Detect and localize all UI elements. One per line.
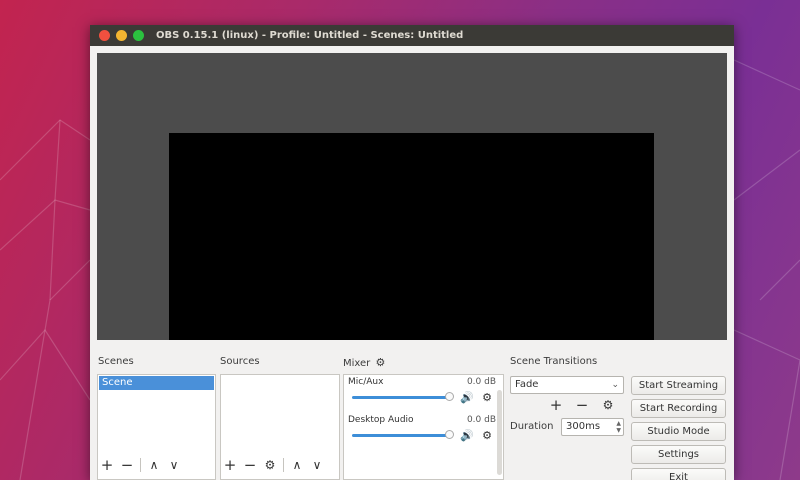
title-bar: OBS 0.15.1 (linux) - Profile: Untitled -…	[90, 25, 734, 46]
chevron-down-icon: ⌄	[611, 380, 619, 390]
move-scene-up-button[interactable]: ∧	[144, 456, 164, 474]
scene-list-item[interactable]: Scene	[99, 376, 214, 390]
mixer-gear-icon[interactable]: ⚙	[375, 356, 385, 369]
speaker-icon[interactable]: 🔊	[460, 390, 474, 404]
remove-source-button[interactable]: −	[240, 456, 260, 474]
remove-scene-button[interactable]: −	[117, 456, 137, 474]
toolbar-separator	[140, 458, 141, 472]
volume-slider[interactable]	[352, 434, 448, 437]
transition-select[interactable]: Fade ⌄	[510, 376, 624, 394]
track-name: Desktop Audio	[348, 415, 414, 425]
transitions-dock-title: Scene Transitions	[510, 356, 598, 367]
move-source-down-button[interactable]: ∨	[307, 456, 327, 474]
transitions-toolbar: + − ⚙	[546, 396, 618, 414]
obs-window: OBS 0.15.1 (linux) - Profile: Untitled -…	[90, 25, 734, 480]
mixer-title-text: Mixer	[343, 358, 371, 369]
start-streaming-button[interactable]: Start Streaming	[631, 376, 726, 395]
volume-slider-handle[interactable]	[445, 392, 454, 401]
gear-icon[interactable]: ⚙	[480, 390, 494, 404]
exit-button[interactable]: Exit	[631, 468, 726, 480]
volume-slider[interactable]	[352, 396, 448, 399]
spin-arrows-icon[interactable]: ▲ ▼	[616, 420, 621, 434]
speaker-icon[interactable]: 🔊	[460, 428, 474, 442]
preview-area[interactable]	[97, 53, 727, 340]
start-recording-button[interactable]: Start Recording	[631, 399, 726, 418]
duration-value: 300ms	[566, 421, 601, 432]
remove-transition-button[interactable]: −	[572, 396, 592, 414]
maximize-button[interactable]	[133, 30, 144, 41]
settings-button[interactable]: Settings	[631, 445, 726, 464]
add-source-button[interactable]: +	[220, 456, 240, 474]
volume-slider-handle[interactable]	[445, 430, 454, 439]
add-transition-button[interactable]: +	[546, 396, 566, 414]
mixer-scrollbar[interactable]	[497, 390, 502, 475]
move-scene-down-button[interactable]: ∨	[164, 456, 184, 474]
mixer-track-mic: Mic/Aux 0.0 dB 🔊 ⚙	[348, 377, 496, 417]
transition-properties-gear-icon[interactable]: ⚙	[598, 396, 618, 414]
preview-canvas[interactable]	[169, 133, 654, 340]
duration-spinbox[interactable]: 300ms ▲ ▼	[561, 418, 624, 436]
toolbar-separator	[283, 458, 284, 472]
track-name: Mic/Aux	[348, 377, 384, 387]
scenes-dock-title: Scenes	[98, 356, 134, 367]
mixer-panel: Mic/Aux 0.0 dB 🔊 ⚙ Desktop Audio 0.0 dB …	[343, 374, 504, 480]
window-title: OBS 0.15.1 (linux) - Profile: Untitled -…	[156, 30, 464, 41]
minimize-button[interactable]	[116, 30, 127, 41]
close-button[interactable]	[99, 30, 110, 41]
move-source-up-button[interactable]: ∧	[287, 456, 307, 474]
add-scene-button[interactable]: +	[97, 456, 117, 474]
gear-icon[interactable]: ⚙	[480, 428, 494, 442]
source-properties-gear-icon[interactable]: ⚙	[260, 456, 280, 474]
mixer-dock-title: Mixer ⚙	[343, 356, 385, 369]
transition-selected: Fade	[515, 379, 539, 390]
sources-dock-title: Sources	[220, 356, 260, 367]
track-level: 0.0 dB	[466, 377, 496, 387]
studio-mode-button[interactable]: Studio Mode	[631, 422, 726, 441]
duration-label: Duration	[510, 421, 554, 432]
sources-toolbar-buttons: + − ⚙ ∧ ∨	[220, 455, 341, 475]
track-level: 0.0 dB	[466, 415, 496, 425]
scenes-toolbar-buttons: + − ∧ ∨	[97, 455, 216, 475]
mixer-track-desktop: Desktop Audio 0.0 dB 🔊 ⚙	[348, 415, 496, 455]
